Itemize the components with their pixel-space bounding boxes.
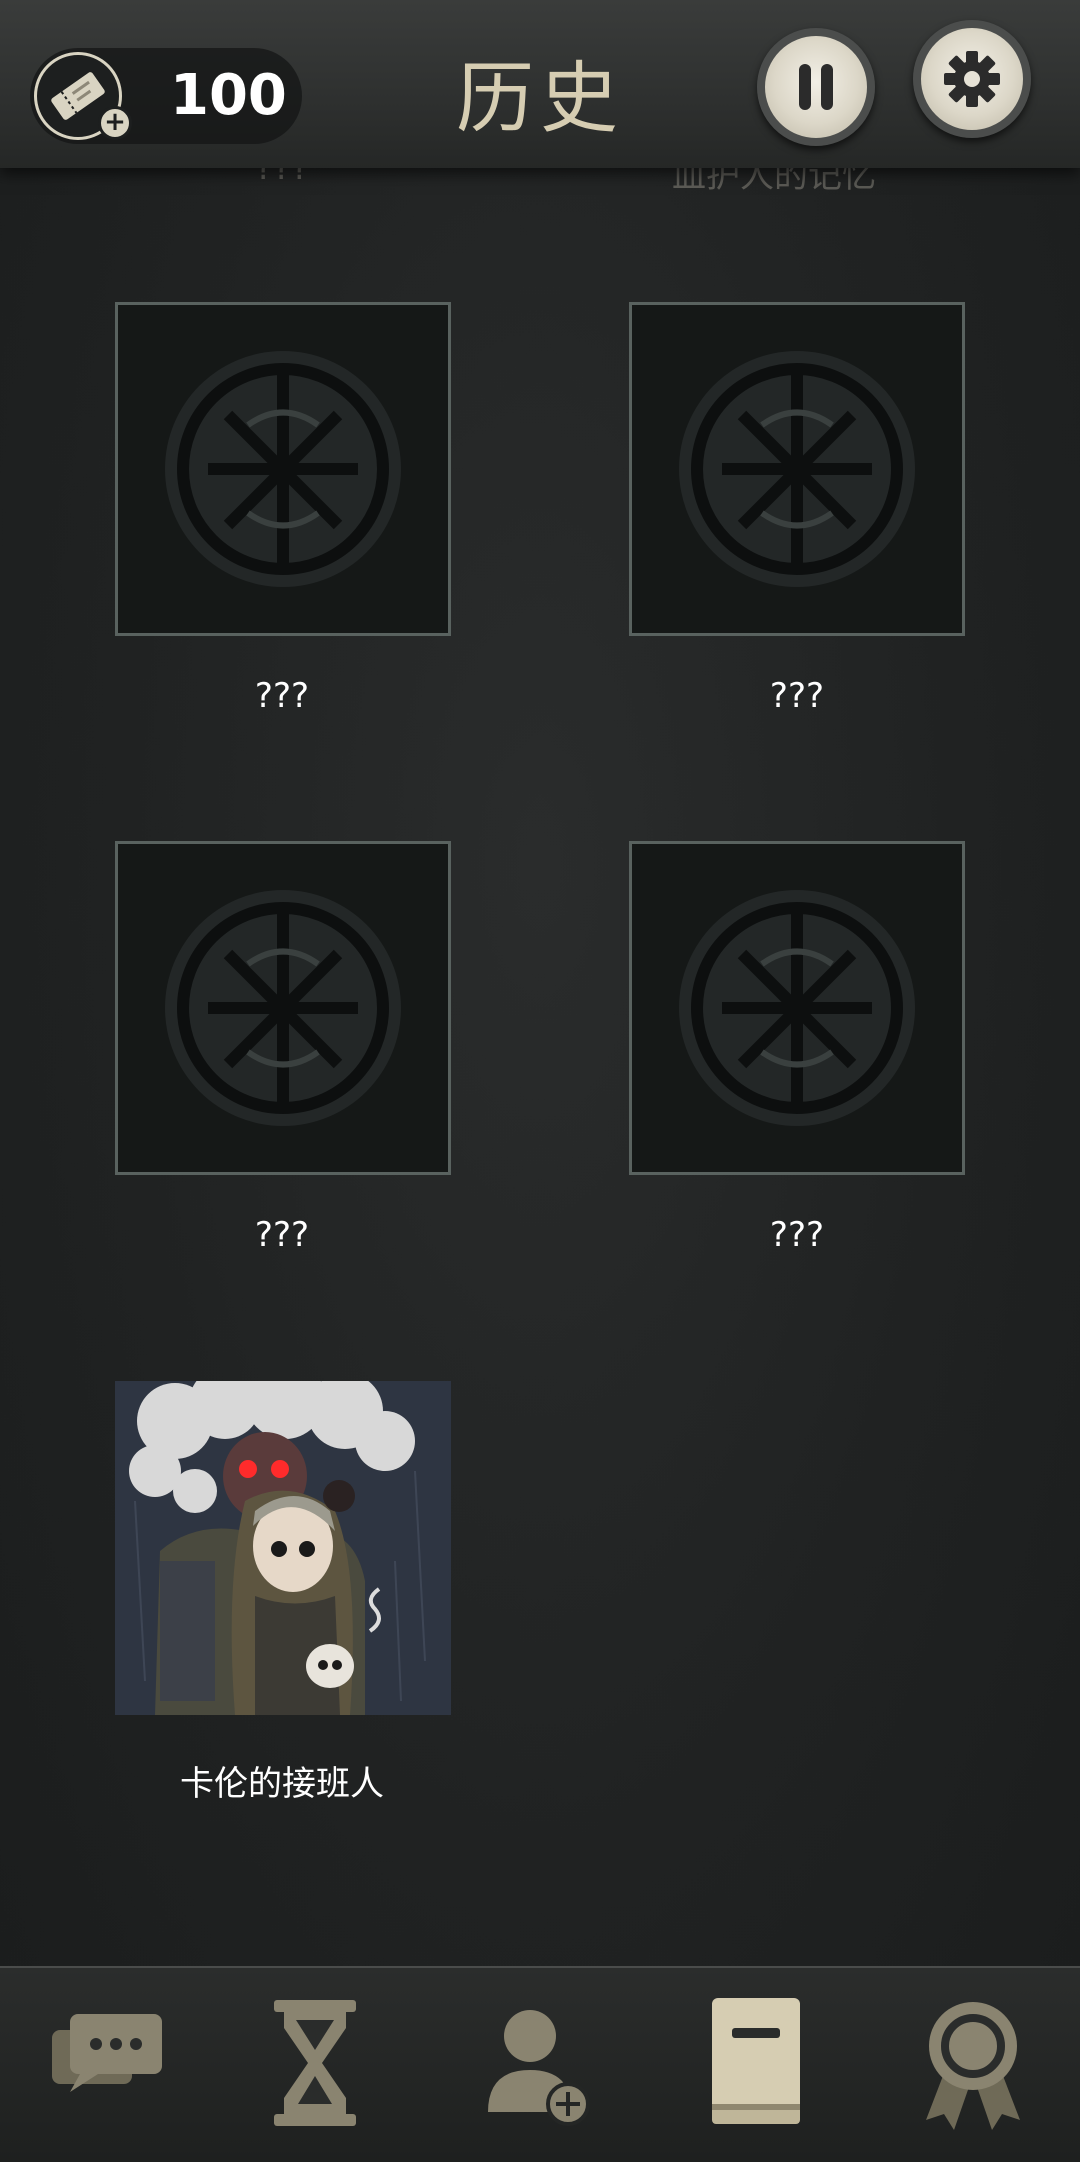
sigil-icon [679,890,915,1126]
award-icon [926,2002,1020,2130]
sigil-icon [165,351,401,587]
top-bar: + 100 历史 [0,0,1080,168]
story-illustration [115,1381,451,1715]
nav-tab-achievements[interactable] [908,1988,1038,2138]
gallery-card-label: 卡伦的接班人 [180,1764,384,1804]
nav-tab-history[interactable] [690,1988,820,2138]
sigil-icon [165,890,401,1126]
chat-icon [52,2014,162,2092]
gallery-card-label: ??? [254,676,310,716]
add-user-icon [488,2010,590,2126]
gallery-card-label: ??? [769,1215,825,1255]
hourglass-icon [274,2000,356,2126]
book-icon [712,1998,800,2124]
gallery-card-label: ??? [769,676,825,716]
gallery-card-locked[interactable] [115,302,451,636]
pause-icon [799,64,833,110]
gallery-card-locked[interactable] [115,841,451,1175]
nav-tab-timeline[interactable] [250,1988,380,2138]
gear-icon [944,51,1000,107]
gallery-card-unlocked[interactable] [115,1381,451,1715]
sigil-icon [679,351,915,587]
gallery-card-label: ??? [254,1215,310,1255]
gallery-card-locked[interactable] [629,302,965,636]
gallery-card-locked[interactable] [629,841,965,1175]
nav-tab-characters[interactable] [470,1988,600,2138]
nav-tab-messages[interactable] [40,1988,170,2138]
pause-button[interactable] [757,28,875,146]
bottom-navigation [0,1966,1080,2162]
settings-button[interactable] [913,20,1031,138]
